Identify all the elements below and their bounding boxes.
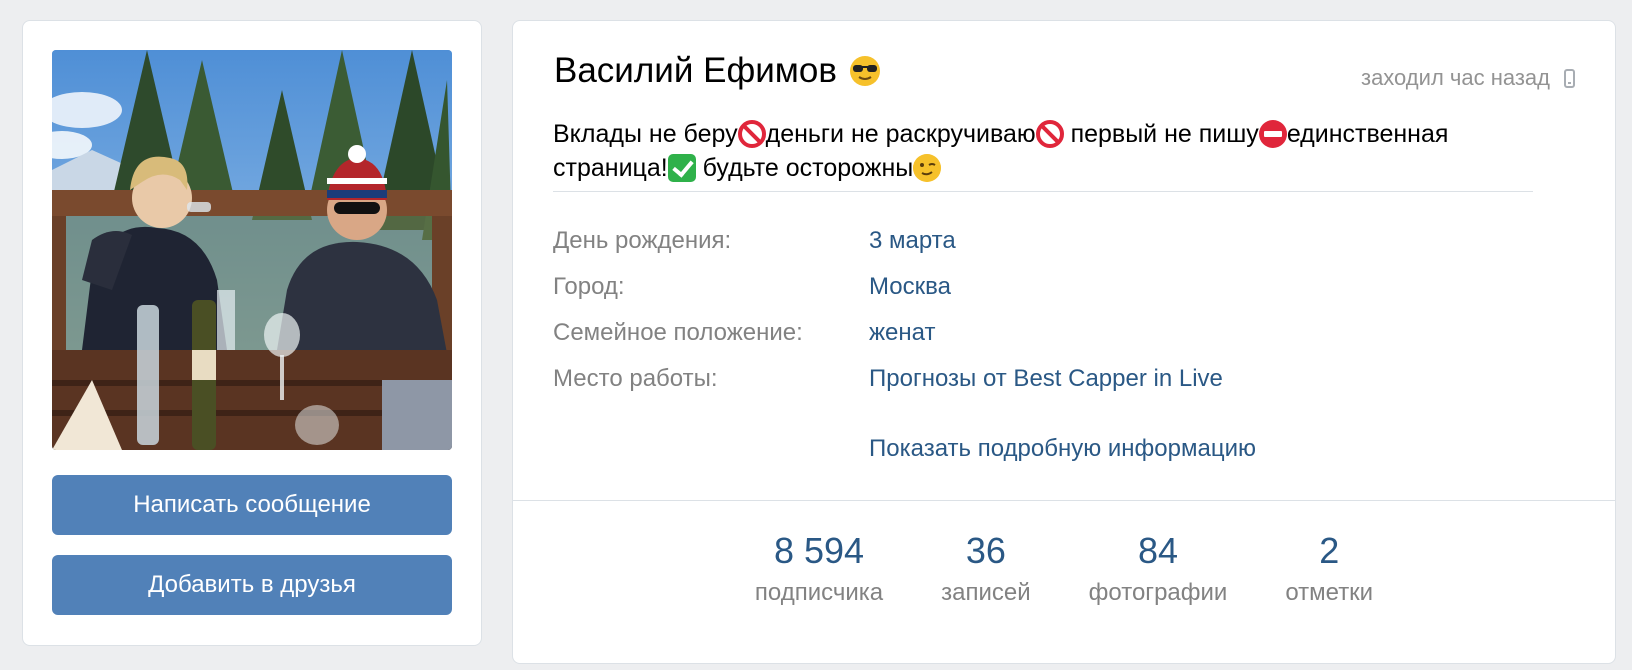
profile-status: Вклады не беру деньги не раскручиваю перв… [553, 117, 1553, 185]
online-status: заходил час назад [1361, 65, 1575, 91]
mobile-phone-icon [1564, 68, 1575, 88]
cool-sunglasses-emoji-icon [849, 56, 880, 86]
send-message-button[interactable]: Написать сообщение [52, 475, 452, 535]
status-part-1: Вклады не беру [553, 120, 738, 148]
info-label: Город: [553, 273, 625, 300]
profile-info-card: Василий Ефимов заходил час назад Вклады … [512, 20, 1616, 664]
info-value-link[interactable]: Прогнозы от Best Capper in Live [869, 365, 1223, 393]
no-entry-sign-icon [1035, 120, 1064, 148]
counter-number: 36 [965, 530, 1006, 571]
avatar-card: Написать сообщение Добавить в друзья [22, 20, 482, 646]
info-row-workplace: Место работы: Прогнозы от Best Capper in… [553, 365, 1223, 393]
counter-followers[interactable]: 8 594 подписчика [755, 529, 883, 607]
info-row-birthday: День рождения: 3 марта [553, 227, 956, 255]
show-full-info-link[interactable]: Показать подробную информацию [869, 435, 1256, 463]
info-row-relationship: Семейное положение: женат [553, 319, 935, 347]
winking-face-icon [913, 154, 942, 182]
counter-label: отметки [1285, 579, 1374, 606]
stop-sign-icon [1258, 120, 1287, 148]
no-entry-sign-icon [737, 120, 766, 148]
header-divider [553, 191, 1533, 192]
info-value-link[interactable]: 3 марта [869, 227, 956, 255]
add-friend-button[interactable]: Добавить в друзья [52, 555, 452, 615]
check-mark-icon [667, 154, 696, 182]
status-part-5: будьте осторожны [695, 154, 914, 182]
counter-label: фотографии [1088, 579, 1228, 606]
info-label: Семейное положение: [553, 319, 803, 346]
info-label: День рождения: [553, 227, 732, 254]
send-message-label: Написать сообщение [133, 491, 371, 518]
avatar-image [52, 50, 452, 450]
counter-posts[interactable]: 36 записей [941, 529, 1031, 607]
profile-name-text: Василий Ефимов [554, 51, 837, 90]
counter-label: подписчика [754, 579, 884, 606]
counter-number: 2 [1319, 530, 1340, 571]
counter-tags[interactable]: 2 отметки [1285, 529, 1373, 607]
profile-avatar-photo[interactable] [52, 50, 452, 450]
counter-photos[interactable]: 84 фотографии [1089, 529, 1228, 607]
profile-counters: 8 594 подписчика 36 записей 84 фотографи… [513, 529, 1615, 607]
counter-label: записей [941, 579, 1031, 606]
info-row-city: Город: Москва [553, 273, 951, 301]
status-part-2: деньги не раскручиваю [765, 120, 1036, 148]
add-friend-label: Добавить в друзья [148, 571, 356, 598]
info-value-link[interactable]: женат [869, 319, 935, 347]
counter-number: 8 594 [773, 530, 865, 571]
status-part-3: первый не пишу [1063, 120, 1259, 148]
info-value-link[interactable]: Москва [869, 273, 951, 301]
profile-page: Написать сообщение Добавить в друзья Вас… [0, 0, 1632, 670]
profile-name: Василий Ефимов [554, 51, 881, 91]
counters-divider [513, 500, 1615, 501]
online-status-text: заходил час назад [1360, 65, 1550, 90]
info-label: Место работы: [553, 365, 718, 392]
counter-number: 84 [1137, 530, 1179, 571]
